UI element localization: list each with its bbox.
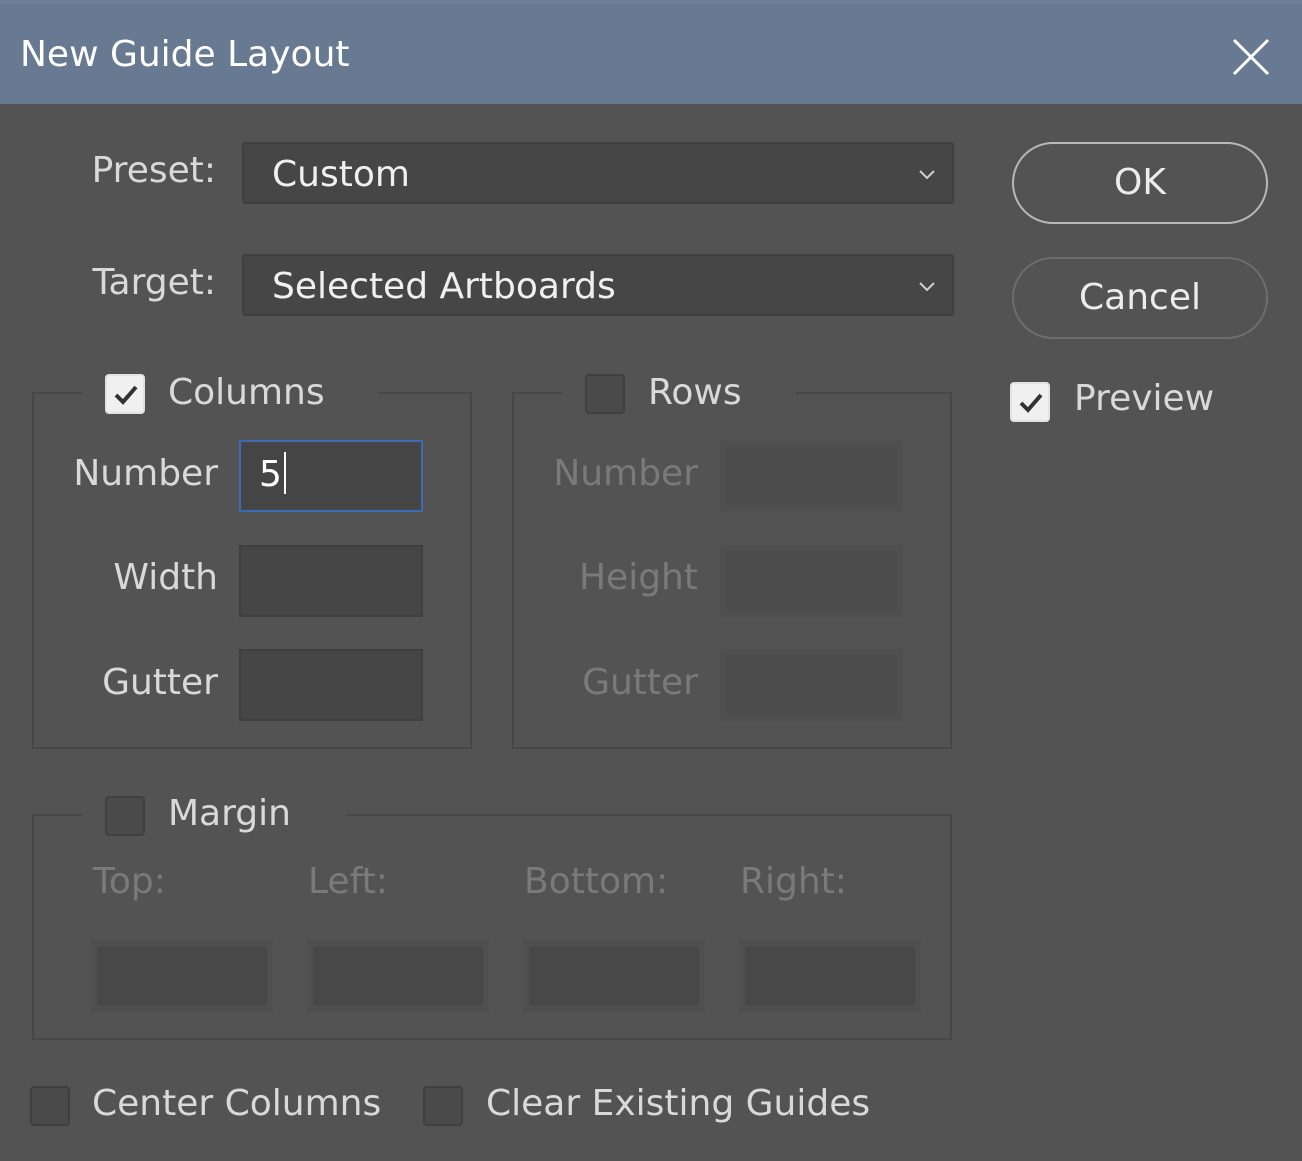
preset-label: Preset: (91, 150, 216, 191)
columns-gutter-input[interactable] (239, 649, 423, 721)
margin-left-input (307, 940, 489, 1012)
margin-left-label: Left: (308, 861, 388, 902)
rows-checkbox[interactable] (585, 374, 625, 414)
target-dropdown[interactable]: Selected Artboards (242, 254, 954, 316)
margin-right-label: Right: (740, 861, 847, 902)
rows-number-input (719, 440, 903, 512)
columns-checkbox[interactable] (105, 374, 145, 414)
preview-checkbox[interactable] (1010, 382, 1050, 422)
columns-width-input[interactable] (239, 545, 423, 617)
margin-right-input (739, 940, 921, 1012)
margin-top-label: Top: (93, 861, 166, 902)
ok-button[interactable]: OK (1012, 142, 1268, 224)
margin-label: Margin (168, 793, 291, 834)
columns-number-value: 5 (259, 454, 282, 495)
title-bar: New Guide Layout (0, 0, 1302, 104)
checkmark-icon (114, 385, 138, 405)
columns-width-label: Width (113, 557, 218, 598)
rows-number-label: Number (553, 453, 698, 494)
target-value: Selected Artboards (272, 266, 616, 307)
columns-label: Columns (168, 372, 325, 413)
chevron-down-icon (916, 278, 938, 294)
rows-gutter-label: Gutter (582, 662, 698, 703)
cancel-button[interactable]: Cancel (1012, 257, 1268, 339)
center-columns-checkbox[interactable] (30, 1086, 70, 1126)
target-label: Target: (92, 262, 216, 303)
close-icon[interactable] (1224, 30, 1278, 84)
rows-gutter-input (719, 649, 903, 721)
rows-height-label: Height (578, 557, 698, 598)
rows-label: Rows (648, 372, 742, 413)
preview-label: Preview (1074, 378, 1215, 419)
chevron-down-icon (916, 166, 938, 182)
margin-bottom-input (523, 940, 705, 1012)
clear-existing-guides-label: Clear Existing Guides (486, 1083, 871, 1124)
clear-existing-guides-checkbox[interactable] (423, 1086, 463, 1126)
columns-gutter-label: Gutter (102, 662, 218, 703)
preset-value: Custom (272, 154, 410, 195)
margin-checkbox[interactable] (105, 796, 145, 836)
columns-number-input[interactable]: 5 (239, 440, 423, 512)
center-columns-label: Center Columns (92, 1083, 382, 1124)
text-caret (283, 452, 286, 494)
checkmark-icon (1019, 393, 1043, 413)
margin-top-input (91, 940, 273, 1012)
dialog-title: New Guide Layout (20, 34, 350, 75)
margin-bottom-label: Bottom: (524, 861, 669, 902)
preset-dropdown[interactable]: Custom (242, 142, 954, 204)
rows-height-input (719, 545, 903, 617)
columns-number-label: Number (73, 453, 218, 494)
